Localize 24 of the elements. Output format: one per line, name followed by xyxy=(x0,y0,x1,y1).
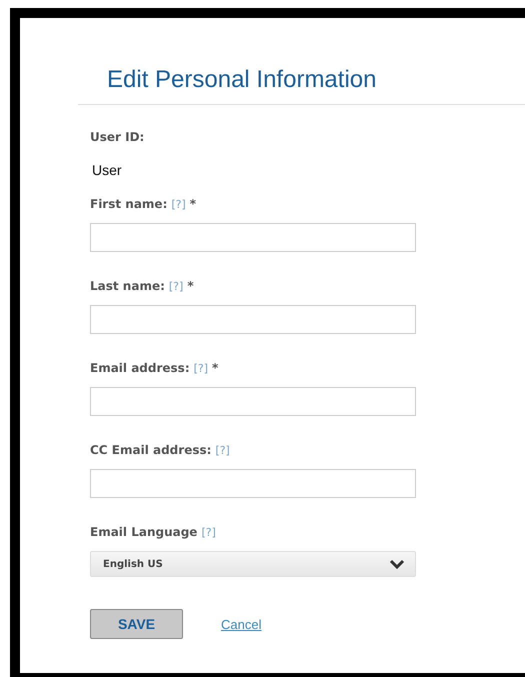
field-label: Email Language xyxy=(90,524,198,540)
help-link[interactable]: [?] xyxy=(168,279,184,295)
chevron-down-icon xyxy=(389,559,405,569)
required-mark: * xyxy=(187,278,194,294)
required-mark: * xyxy=(212,360,218,376)
field-label: Last name: xyxy=(90,278,165,294)
field-label: Email address: xyxy=(90,360,190,376)
field-label: User ID: xyxy=(90,129,144,145)
input-field[interactable] xyxy=(90,223,416,252)
field-label: CC Email address: xyxy=(90,442,212,458)
required-mark: * xyxy=(190,196,196,212)
help-link[interactable]: [?] xyxy=(194,361,208,377)
help-link[interactable]: [?] xyxy=(215,443,230,459)
field-label: First name: xyxy=(90,196,168,212)
input-field[interactable] xyxy=(90,469,416,498)
page-title: Edit Personal Information xyxy=(107,65,378,95)
help-link[interactable]: [?] xyxy=(201,525,216,541)
input-field[interactable] xyxy=(90,387,416,416)
help-link[interactable]: [?] xyxy=(171,197,186,213)
input-field[interactable] xyxy=(90,305,416,334)
user-id-value: User xyxy=(92,161,123,179)
language-dropdown[interactable]: English US xyxy=(90,551,416,577)
save-button[interactable]: SAVE xyxy=(90,609,183,639)
cancel-link[interactable]: Cancel xyxy=(221,616,262,632)
